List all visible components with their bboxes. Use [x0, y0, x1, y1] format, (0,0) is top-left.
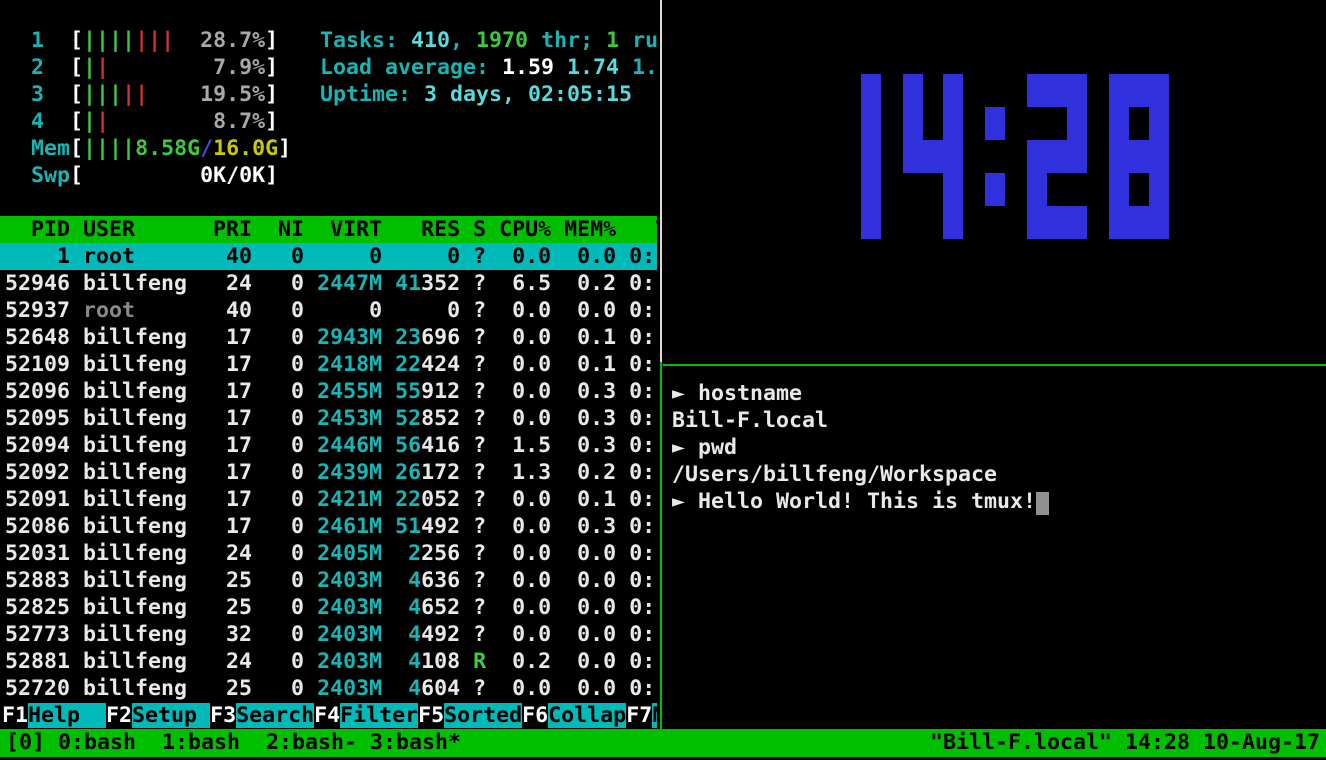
shell-output: ► hostnameBill-F.local► pwd/Users/billfe… [672, 380, 1326, 515]
column-header-MEM%[interactable]: MEM% [564, 217, 629, 242]
column-header-PID[interactable]: PID [5, 217, 83, 242]
process-row-52648[interactable]: 52648 billfeng 17 0 2943M 23696 ? 0.0 0.… [0, 324, 657, 351]
tmux-status-right: "Bill-F.local" 14:28 10-Aug-17 [930, 729, 1320, 757]
meter-1: 1 [||||||| 28.7%] [5, 27, 291, 54]
shell-line: Bill-F.local [672, 407, 1326, 434]
shell-pane[interactable]: ► hostnameBill-F.local► pwd/Users/billfe… [663, 367, 1326, 729]
column-header-S[interactable]: S [473, 217, 499, 242]
prompt-arrow-icon: ► [672, 381, 698, 406]
clock-digit-4 [903, 74, 963, 239]
htop-pane[interactable]: 1 [||||||| 28.7%] 2 [|| 7.9%] 3 [||||| 1… [0, 0, 657, 729]
column-header-CPU%[interactable]: CPU% [499, 217, 564, 242]
tmux-window-list[interactable]: [0] 0:bash 1:bash 2:bash- 3:bash* [6, 729, 461, 757]
system-summary: Tasks: 410, 1970 thr; 1 ruLoad average: … [320, 27, 657, 108]
process-row-52091[interactable]: 52091 billfeng 17 0 2421M 22052 ? 0.0 0.… [0, 486, 657, 513]
clock-digit-1 [821, 74, 881, 239]
process-row-52094[interactable]: 52094 billfeng 17 0 2446M 56416 ? 1.5 0.… [0, 432, 657, 459]
process-row-52096[interactable]: 52096 billfeng 17 0 2455M 55912 ? 0.0 0.… [0, 378, 657, 405]
pane-border-vertical-inactive[interactable] [660, 0, 662, 362]
column-header-T[interactable]: T [629, 217, 657, 242]
fkey-item-F1[interactable]: F1Help [2, 703, 106, 728]
process-table-header: PID USER PRI NI VIRT RES S CPU% MEM% T [0, 216, 657, 243]
meter-3: 3 [||||| 19.5%] [5, 81, 291, 108]
fkey-item-F7[interactable]: F7N [626, 703, 657, 728]
clock-colon [985, 74, 1005, 239]
column-header-RES[interactable]: RES [395, 217, 473, 242]
clock-digit-8 [1109, 74, 1169, 239]
fkey-item-F4[interactable]: F4Filter [314, 703, 418, 728]
column-header-NI[interactable]: NI [265, 217, 317, 242]
clock-pane[interactable] [663, 0, 1326, 362]
column-header-PRI[interactable]: PRI [213, 217, 265, 242]
meter-4: 4 [|| 8.7%] [5, 108, 291, 135]
pane-border-horizontal-active[interactable] [663, 364, 1326, 366]
fkey-item-F5[interactable]: F5Sorted [418, 703, 522, 728]
process-row-52031[interactable]: 52031 billfeng 24 0 2405M 2256 ? 0.0 0.0… [0, 540, 657, 567]
process-row-52086[interactable]: 52086 billfeng 17 0 2461M 51492 ? 0.0 0.… [0, 513, 657, 540]
prompt-arrow-icon: ► [672, 489, 698, 514]
fkey-item-F6[interactable]: F6Collap [522, 703, 626, 728]
fkey-item-F3[interactable]: F3Search [210, 703, 314, 728]
meter-2: 2 [|| 7.9%] [5, 54, 291, 81]
process-row-52881[interactable]: 52881 billfeng 24 0 2403M 4108 R 0.2 0.0… [0, 648, 657, 675]
process-row-52095[interactable]: 52095 billfeng 17 0 2453M 52852 ? 0.0 0.… [0, 405, 657, 432]
tasks-summary: Tasks: 410, 1970 thr; 1 ru [320, 27, 657, 54]
column-header-USER[interactable]: USER [83, 217, 213, 242]
text-cursor [1036, 492, 1049, 515]
meter-Swp: Swp[ 0K/0K] [5, 162, 291, 189]
clock-digit-2 [1027, 74, 1087, 239]
process-row-52883[interactable]: 52883 billfeng 25 0 2403M 4636 ? 0.0 0.0… [0, 567, 657, 594]
shell-line: /Users/billfeng/Workspace [672, 461, 1326, 488]
function-key-bar: F1Help F2Setup F3SearchF4FilterF5SortedF… [0, 702, 657, 729]
process-row-52109[interactable]: 52109 billfeng 17 0 2418M 22424 ? 0.0 0.… [0, 351, 657, 378]
shell-line: ► hostname [672, 380, 1326, 407]
meter-Mem: Mem[||||8.58G/16.0G] [5, 135, 291, 162]
process-row-52720[interactable]: 52720 billfeng 25 0 2403M 4604 ? 0.0 0.0… [0, 675, 657, 702]
uptime: Uptime: 3 days, 02:05:15 [320, 81, 657, 108]
process-row-52773[interactable]: 52773 billfeng 32 0 2403M 4492 ? 0.0 0.0… [0, 621, 657, 648]
cpu-memory-meters: 1 [||||||| 28.7%] 2 [|| 7.9%] 3 [||||| 1… [5, 27, 291, 189]
column-header-VIRT[interactable]: VIRT [317, 217, 395, 242]
process-table: PID USER PRI NI VIRT RES S CPU% MEM% T 1… [0, 216, 657, 702]
process-row-52825[interactable]: 52825 billfeng 25 0 2403M 4652 ? 0.0 0.0… [0, 594, 657, 621]
process-row-52946[interactable]: 52946 billfeng 24 0 2447M 41352 ? 6.5 0.… [0, 270, 657, 297]
prompt-arrow-icon: ► [672, 435, 698, 460]
shell-line: ► pwd [672, 434, 1326, 461]
shell-line: ► Hello World! This is tmux! [672, 488, 1326, 515]
fkey-item-F2[interactable]: F2Setup [106, 703, 210, 728]
load-average: Load average: 1.59 1.74 1. [320, 54, 657, 81]
tty-clock [663, 74, 1326, 239]
process-row-52092[interactable]: 52092 billfeng 17 0 2439M 26172 ? 1.3 0.… [0, 459, 657, 486]
tmux-status-bar: [0] 0:bash 1:bash 2:bash- 3:bash* "Bill-… [0, 729, 1326, 757]
pane-border-vertical-active[interactable] [660, 362, 662, 729]
process-row-1[interactable]: 1 root 40 0 0 0 ? 0.0 0.0 0: [0, 243, 657, 270]
process-row-52937[interactable]: 52937 root 40 0 0 0 ? 0.0 0.0 0: [0, 297, 657, 324]
